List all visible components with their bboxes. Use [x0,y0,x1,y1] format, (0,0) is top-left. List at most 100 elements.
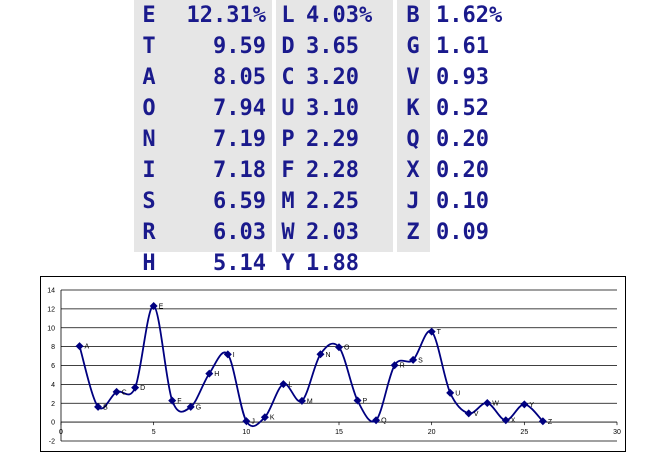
y-tick-label: 2 [51,401,55,408]
data-label-l: L [288,382,292,389]
data-label-q: Q [381,418,387,425]
letter-t: T [142,34,156,59]
data-label-y: Y [529,402,534,409]
letter-f: F [281,158,295,183]
frequency-value-y: 1.88 [306,251,359,276]
x-tick-label: 15 [335,429,343,436]
y-tick-label: 0 [51,420,55,427]
data-label-m: M [307,398,313,405]
data-label-r: R [400,363,405,370]
letter-g: G [406,34,420,59]
data-point-y [520,400,529,409]
data-label-x: X [511,418,516,425]
data-label-s: S [418,357,423,364]
y-tick-label: 10 [47,325,55,332]
frequency-value-i: 7.18 [213,158,266,183]
data-point-w [483,398,492,407]
data-label-b: B [103,404,108,411]
data-label-a: A [85,344,90,351]
y-tick-label: 8 [51,344,55,351]
letter-x: X [406,158,420,183]
letter-e: E [142,3,156,28]
letter-j: J [406,189,420,214]
frequency-value-p: 2.29 [306,127,359,152]
data-label-j: J [251,419,255,426]
frequency-value-x: 0.20 [436,158,489,183]
letter-w: W [281,220,295,245]
x-tick-label: 20 [428,429,436,436]
x-tick-label: 30 [613,429,621,436]
frequency-value-e: 12.31% [186,3,266,28]
frequency-value-h: 5.14 [213,251,266,276]
frequency-value-w: 2.03 [306,220,359,245]
letter-p: P [281,127,295,152]
data-label-v: V [474,411,479,418]
frequency-value-g: 1.61 [436,34,489,59]
frequency-value-s: 6.59 [213,189,266,214]
letter-s: S [142,189,156,214]
data-label-n: N [325,352,330,359]
data-point-v [464,409,473,418]
letter-d: D [281,34,295,59]
data-label-u: U [455,390,460,397]
data-point-a [75,342,84,351]
data-point-q [372,416,381,425]
data-label-f: F [177,398,181,405]
frequency-value-c: 3.20 [306,65,359,90]
letter-h: H [142,251,156,276]
letter-y: Y [281,251,295,276]
x-tick-label: 10 [242,429,250,436]
frequency-value-q: 0.20 [436,127,489,152]
frequency-line-chart: -2 0 2 4 6 8 10 12 14 0 5 10 15 20 25 30 A B C D E F G H I J K L M N O… [47,288,621,446]
frequency-value-v: 0.93 [436,65,489,90]
letter-q: Q [406,127,420,152]
frequency-value-r: 6.03 [213,220,266,245]
frequency-value-o: 7.94 [213,96,266,121]
letter-l: L [281,3,295,28]
y-tick-label: 6 [51,363,55,370]
frequency-value-u: 3.10 [306,96,359,121]
y-tick-label: 4 [51,382,55,389]
data-label-o: O [344,345,350,352]
frequency-chart: -2 0 2 4 6 8 10 12 14 0 5 10 15 20 25 30 A B C D E F G H I J K L M N O… [40,276,626,452]
x-tick-label: 25 [520,429,528,436]
frequency-value-k: 0.52 [436,96,489,121]
y-tick-label: 12 [47,306,55,313]
data-point-u [446,388,455,397]
frequency-value-m: 2.25 [306,189,359,214]
letter-r: R [142,220,156,245]
letter-z: Z [406,220,420,245]
letter-a: A [142,65,156,90]
data-label-k: K [270,415,275,422]
x-tick-label: 0 [59,429,63,436]
frequency-value-b: 1.62% [436,3,503,28]
data-label-i: I [233,352,235,359]
data-label-h: H [214,371,219,378]
y-tick-label: 14 [47,288,55,295]
data-label-d: D [140,385,145,392]
letter-o: O [142,96,156,121]
data-label-e: E [159,303,164,310]
data-label-p: P [363,398,368,405]
data-point-d [131,383,140,392]
data-point-t [427,327,436,336]
y-tick-label: -2 [49,439,55,446]
data-point-b [94,402,103,411]
letter-m: M [281,189,295,214]
frequency-value-t: 9.59 [213,34,266,59]
letter-c: C [281,65,295,90]
frequency-value-z: 0.09 [436,220,489,245]
letter-b: B [406,3,420,28]
frequency-value-j: 0.10 [436,189,489,214]
letter-k: K [406,96,420,121]
data-point-x [501,416,510,425]
letter-frequency-table: E 12.31% T 9.59 A 8.05 O 7.94 N 7.19 I 7.18 S 6.59 R 6.… [0,0,650,278]
frequency-value-d: 3.65 [306,34,359,59]
x-tick-label: 5 [152,429,156,436]
data-label-z: Z [548,419,553,426]
frequency-value-f: 2.28 [306,158,359,183]
letter-u: U [281,96,295,121]
letter-n: N [142,127,156,152]
data-label-g: G [196,404,201,411]
frequency-value-n: 7.19 [213,127,266,152]
